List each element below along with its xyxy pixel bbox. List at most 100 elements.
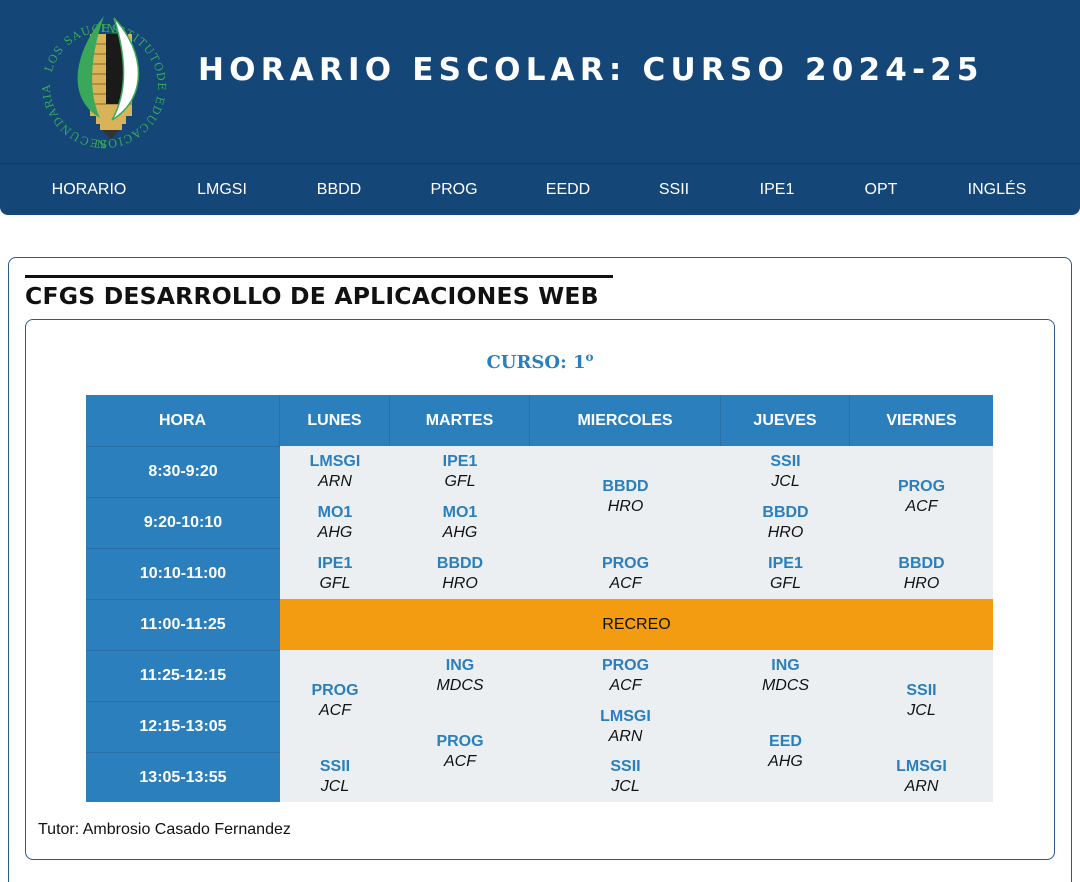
subject: BBDD: [436, 554, 484, 572]
teacher: GFL: [769, 574, 802, 592]
col-header-hora: HORA: [86, 395, 280, 446]
schedule-cell: LMSGI ARN: [530, 701, 721, 752]
teacher: HRO: [607, 498, 644, 515]
teacher: GFL: [319, 574, 351, 592]
hour-cell: 13:05-13:55: [86, 752, 280, 802]
schedule-cell: LMSGI ARN: [280, 446, 390, 497]
schedule-cell: PROG ACF: [530, 650, 721, 701]
schedule-cell: IPE1 GFL: [280, 548, 390, 599]
col-header-lunes: LUNES: [280, 395, 390, 446]
nav-item-lmgsi[interactable]: LMGSI: [197, 164, 247, 216]
schedule-cell: MO1 AHG: [280, 497, 390, 548]
nav-item-bbdd[interactable]: BBDD: [317, 164, 361, 216]
col-header-martes: MARTES: [390, 395, 530, 446]
schedule-cell: EED AHG: [721, 701, 850, 802]
subject: SSII: [906, 682, 937, 699]
timetable: HORA LUNES MARTES MIERCOLES JUEVES VIERN…: [86, 395, 993, 802]
teacher: AHG: [317, 523, 353, 541]
teacher: ACF: [905, 498, 938, 515]
schedule-cell: SSII JCL: [850, 650, 993, 752]
schedule-cell: SSII JCL: [280, 752, 390, 802]
subject: SSII: [610, 758, 641, 775]
nav-item-ingles[interactable]: INGLÉS: [968, 164, 1027, 216]
teacher: JCL: [611, 778, 640, 795]
subject: LMSGI: [896, 758, 947, 775]
schedule-cell: IPE1 GFL: [721, 548, 850, 599]
schedule-cell: ING MDCS: [721, 650, 850, 701]
course-ordinal: o: [585, 350, 594, 364]
col-header-jueves: JUEVES: [721, 395, 850, 446]
teacher: JCL: [771, 472, 800, 490]
page-title: HORARIO ESCOLAR: CURSO 2024-25: [198, 52, 984, 88]
subject: SSII: [319, 758, 351, 775]
nav-item-prog[interactable]: PROG: [430, 164, 477, 216]
teacher: ACF: [319, 702, 351, 719]
hour-cell: 11:00-11:25: [86, 599, 280, 650]
nav-item-eedd[interactable]: EEDD: [546, 164, 590, 216]
teacher: ARN: [904, 778, 939, 795]
schedule-cell: BBDD HRO: [721, 497, 850, 548]
teacher: MDCS: [761, 676, 810, 694]
subject: LMSGI: [309, 452, 361, 470]
subject: IPE1: [768, 554, 803, 572]
teacher: ARN: [318, 472, 352, 490]
schedule-cell: ING MDCS: [390, 650, 530, 701]
teacher: ACF: [444, 752, 476, 770]
subject: BBDD: [602, 478, 649, 495]
schedule-cell: LMSGI ARN: [850, 752, 993, 802]
teacher: AHG: [442, 523, 478, 541]
schedule-cell: BBDD HRO: [530, 446, 721, 548]
subject: PROG: [436, 732, 484, 750]
subject: BBDD: [898, 554, 945, 572]
schedule-cell: BBDD HRO: [850, 548, 993, 599]
teacher: HRO: [442, 574, 478, 592]
subject: ING: [771, 656, 800, 674]
hour-cell: 12:15-13:05: [86, 701, 280, 752]
schedule-cell: BBDD HRO: [390, 548, 530, 599]
schedule-cell: SSII JCL: [721, 446, 850, 497]
hour-cell: 8:30-9:20: [86, 446, 280, 497]
nav-item-horario[interactable]: HORARIO: [52, 164, 127, 216]
teacher: GFL: [444, 472, 476, 490]
hour-cell: 11:25-12:15: [86, 650, 280, 701]
teacher: JCL: [320, 778, 350, 795]
subject: IPE1: [442, 452, 478, 470]
recreo-break: RECREO: [280, 599, 993, 650]
schedule-cell: MO1 AHG: [390, 497, 530, 548]
schedule-cell: PROG ACF: [390, 701, 530, 802]
section-title: CFGS DESARROLLO DE APLICACIONES WEB: [25, 275, 613, 310]
subject: IPE1: [317, 554, 353, 572]
col-header-miercoles: MIERCOLES: [530, 395, 721, 446]
nav-item-ssii[interactable]: SSII: [659, 164, 689, 216]
hour-cell: 10:10-11:00: [86, 548, 280, 599]
schedule-cell: PROG ACF: [850, 446, 993, 548]
main-nav: HORARIO LMGSI BBDD PROG EEDD SSII IPE1 O…: [0, 163, 1080, 215]
subject: PROG: [897, 478, 946, 495]
teacher: AHG: [768, 752, 803, 770]
subject: MO1: [317, 503, 353, 521]
tutor-info: Tutor: Ambrosio Casado Fernandez: [38, 821, 291, 838]
subject: PROG: [311, 682, 359, 699]
col-header-viernes: VIERNES: [850, 395, 993, 446]
teacher: MDCS: [436, 676, 484, 694]
subject: BBDD: [762, 503, 809, 521]
schedule-cell: SSII JCL: [530, 752, 721, 802]
nav-item-opt[interactable]: OPT: [865, 164, 898, 216]
site-header: LOS SAUCES INSTITUTO DE EDUCACION SECUND…: [0, 0, 1080, 215]
schedule-cell: PROG ACF: [530, 548, 721, 599]
subject: MO1: [442, 503, 478, 521]
teacher: ACF: [609, 676, 642, 694]
schedule-cell: PROG ACF: [280, 650, 390, 752]
subject: SSII: [770, 452, 801, 470]
teacher: JCL: [907, 702, 936, 719]
subject: PROG: [601, 656, 650, 674]
subject: PROG: [601, 554, 650, 572]
nav-item-ipe1[interactable]: IPE1: [760, 164, 795, 216]
school-logo-icon[interactable]: LOS SAUCES INSTITUTO DE EDUCACION SECUND…: [28, 0, 180, 158]
subject: LMSGI: [600, 707, 651, 725]
teacher: HRO: [903, 574, 940, 592]
course-label: CURSO: 1: [486, 352, 586, 373]
subject: ING: [445, 656, 475, 674]
teacher: HRO: [767, 523, 804, 541]
course-title: CURSO: 1o: [0, 350, 1080, 373]
